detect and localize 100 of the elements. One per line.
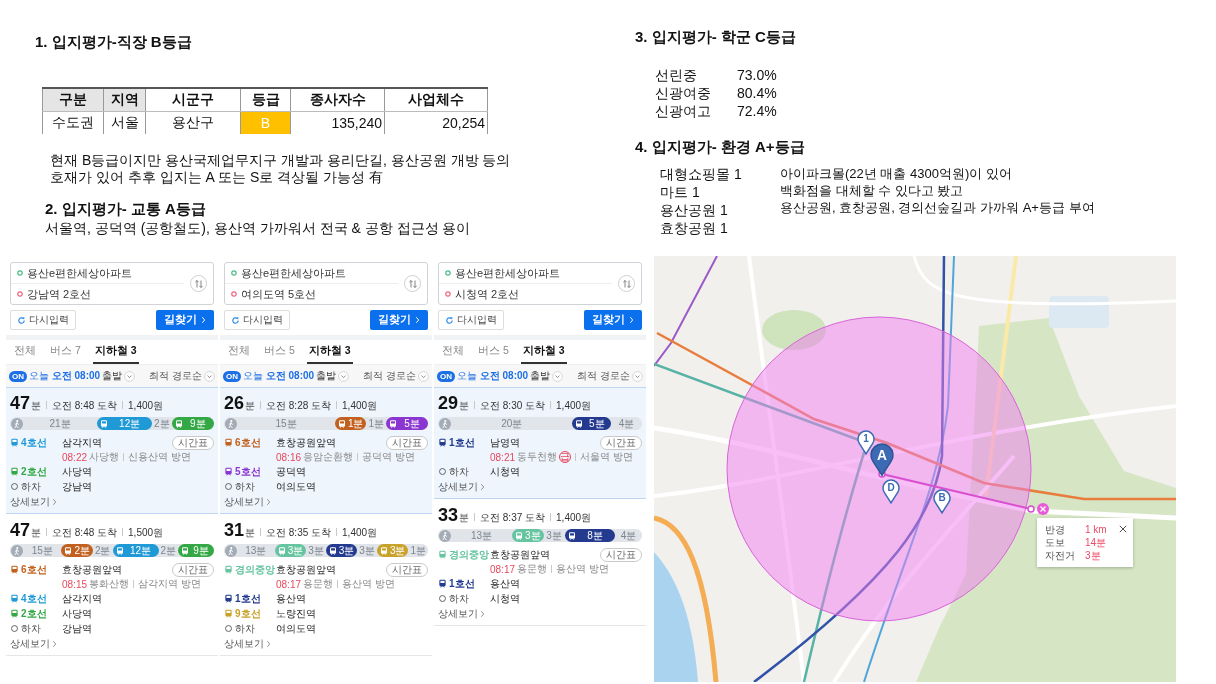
station-name: 효창공원앞역	[490, 547, 551, 562]
origin-field[interactable]: 용산e편한세상아파트	[11, 263, 184, 283]
search-button[interactable]: 길찾기	[156, 310, 214, 330]
train-icon	[574, 418, 585, 429]
train-icon	[378, 545, 389, 556]
swap-button[interactable]	[404, 275, 421, 292]
station-name: 용산역	[490, 576, 521, 591]
transfer-segment: 3분	[357, 544, 377, 557]
departure-dropdown[interactable]: 오늘 오전 08:00 출발	[29, 369, 136, 383]
arrival-time: 오전 8:37 도착	[480, 511, 546, 525]
transfer-segment: 3분	[306, 544, 326, 557]
search-button[interactable]: 길찾기	[584, 310, 642, 330]
details-link[interactable]: 상세보기	[224, 494, 271, 509]
school-percentage: 72.4%	[737, 102, 777, 120]
station-name: 시청역	[490, 591, 521, 606]
swap-button[interactable]	[190, 275, 207, 292]
reset-button[interactable]: 다시입력	[438, 310, 504, 330]
timetable-button[interactable]: 시간표	[386, 435, 428, 450]
facility-count: 용산공원 1	[660, 201, 728, 219]
timetable-button[interactable]: 시간표	[600, 435, 642, 450]
route-card[interactable]: 33분 오전 8:37 도착 1,400원 13분 3분 3분 8분 4분 경의중앙효창공원앞역 시간표 08:17 용문행 용산역 방면 1호선 용산역 하차 시청역 상세보기	[434, 499, 646, 626]
segment-time: 3분	[287, 543, 304, 558]
line-name: 6호선	[21, 562, 47, 577]
segment-time: 15분	[30, 543, 54, 558]
person-icon	[439, 529, 451, 542]
direction-text: 삼각지역 방면	[138, 577, 201, 591]
sort-dropdown[interactable]: 최적 경로순	[149, 369, 215, 383]
direction-text: 공덕역 방면	[362, 450, 415, 464]
station-name: 여의도역	[276, 621, 317, 636]
segment-time: 21분	[48, 416, 72, 431]
map-pin[interactable]: 1	[857, 430, 875, 455]
table-header: 시군구	[145, 88, 241, 112]
route-card[interactable]: 47분 오전 8:48 도착 1,500원 15분 2분 2분 12분 2분 9분 6호선 효창공원앞역 시간표 08:15 봉화산행 삼각지역 방면 4호선 삼각지역 2호선 사당역 하차 강남역 상세보기	[6, 514, 218, 656]
section-text: 서울역, 공덕역 (공항철도), 용산역 가까워서 전국 & 공항 접근성 용이	[45, 219, 471, 237]
sort-dropdown[interactable]: 최적 경로순	[577, 369, 643, 383]
destination-field[interactable]: 여의도역 5호선	[225, 283, 398, 304]
travel-time: 33	[438, 505, 459, 526]
direction-text: 용산역 방면	[342, 577, 395, 591]
details-link[interactable]: 상세보기	[224, 636, 271, 651]
details-link[interactable]: 상세보기	[10, 636, 57, 651]
refresh-icon	[231, 315, 240, 325]
person-icon	[11, 544, 23, 557]
close-icon[interactable]	[1118, 525, 1127, 533]
tab[interactable]: 전체	[440, 340, 466, 364]
tab[interactable]: 버스 7	[48, 340, 83, 364]
route-card[interactable]: 47분 오전 8:48 도착 1,400원 21분 12분 2분 9분 4호선 삼각지역 시간표 08:22 사당행 신용산역 방면 2호선 사당역 하차 강남역 상세보기	[6, 387, 218, 514]
details-link[interactable]: 상세보기	[438, 479, 485, 494]
time-unit: 분	[459, 511, 470, 525]
direction-text: 서울역 방면	[580, 450, 633, 464]
toggle-switch[interactable]: ON	[9, 370, 27, 382]
origin-field[interactable]: 용산e편한세상아파트	[225, 263, 398, 283]
map-pin[interactable]: A	[870, 443, 894, 477]
destination-field[interactable]: 시청역 2호선	[439, 283, 612, 304]
train-icon	[276, 545, 287, 556]
tab[interactable]: 버스 5	[476, 340, 511, 364]
swap-icon	[193, 278, 204, 289]
transfer-segment: 2분	[92, 544, 113, 557]
timetable-button[interactable]: 시간표	[386, 562, 428, 577]
line-name: 2호선	[21, 464, 47, 479]
tab[interactable]: 버스 5	[262, 340, 297, 364]
train-icon	[336, 418, 347, 429]
route-card[interactable]: 26분 오전 8:28 도착 1,400원 15분 1분 1분 5분 6호선 효창공원앞역 시간표 08:16 응암순환행 공덕역 방면 5호선 공덕역 하차 여의도역 상세보기	[220, 387, 432, 514]
line-name: 5호선	[235, 464, 261, 479]
travel-time: 31	[224, 520, 245, 541]
search-button[interactable]: 길찾기	[370, 310, 428, 330]
route-card[interactable]: 29분 오전 8:30 도착 1,400원 20분 5분 4분 1호선 남영역 시간표 08:21 동두천행 급 서울역 방면 하차 시청역 상세보기	[434, 387, 646, 499]
details-link[interactable]: 상세보기	[10, 494, 57, 509]
section-heading: 1. 입지평가-직장 B등급	[35, 32, 192, 52]
table-header: 종사자수	[290, 88, 385, 112]
refresh-icon	[445, 315, 454, 325]
timetable-button[interactable]: 시간표	[600, 547, 642, 562]
timetable-button[interactable]: 시간표	[172, 435, 214, 450]
circle-icon	[224, 624, 233, 633]
details-link[interactable]: 상세보기	[438, 606, 485, 621]
station-name: 노량진역	[276, 606, 317, 621]
time-unit: 분	[31, 526, 42, 540]
departure-dropdown[interactable]: 오늘 오전 08:00 출발	[243, 369, 350, 383]
destination-field[interactable]: 강남역 2호선	[11, 283, 184, 304]
toggle-switch[interactable]: ON	[437, 370, 455, 382]
line-name: 4호선	[21, 435, 47, 450]
toggle-switch[interactable]: ON	[223, 370, 241, 382]
reset-button[interactable]: 다시입력	[10, 310, 76, 330]
swap-button[interactable]	[618, 275, 635, 292]
transfer-segment: 2분	[152, 417, 172, 430]
sort-dropdown[interactable]: 최적 경로순	[363, 369, 429, 383]
map-pin[interactable]: D	[882, 479, 900, 504]
chevron-down-icon	[552, 370, 564, 382]
tab[interactable]: 전체	[226, 340, 252, 364]
reset-button[interactable]: 다시입력	[224, 310, 290, 330]
map-pin[interactable]: B	[933, 489, 951, 514]
tab[interactable]: 전체	[12, 340, 38, 364]
departure-dropdown[interactable]: 오늘 오전 08:00 출발	[457, 369, 564, 383]
segment-time: 20분	[500, 416, 524, 431]
segment-time: 9분	[193, 543, 209, 558]
route-card[interactable]: 31분 오전 8:35 도착 1,400원 13분 3분 3분 3분 3분 3분 1분 경의중앙효창공원앞역 시간표 08:17 용문행 용산역 방면 1호선 용산역 9호선 노량진역 하차 여의도역 상세보기	[220, 514, 432, 656]
school-percentage: 73.0%	[737, 66, 777, 84]
measure-value: 1 km	[1085, 523, 1107, 536]
facility-count: 효창공원 1	[660, 219, 728, 237]
timetable-button[interactable]: 시간표	[172, 562, 214, 577]
origin-field[interactable]: 용산e편한세상아파트	[439, 263, 612, 283]
